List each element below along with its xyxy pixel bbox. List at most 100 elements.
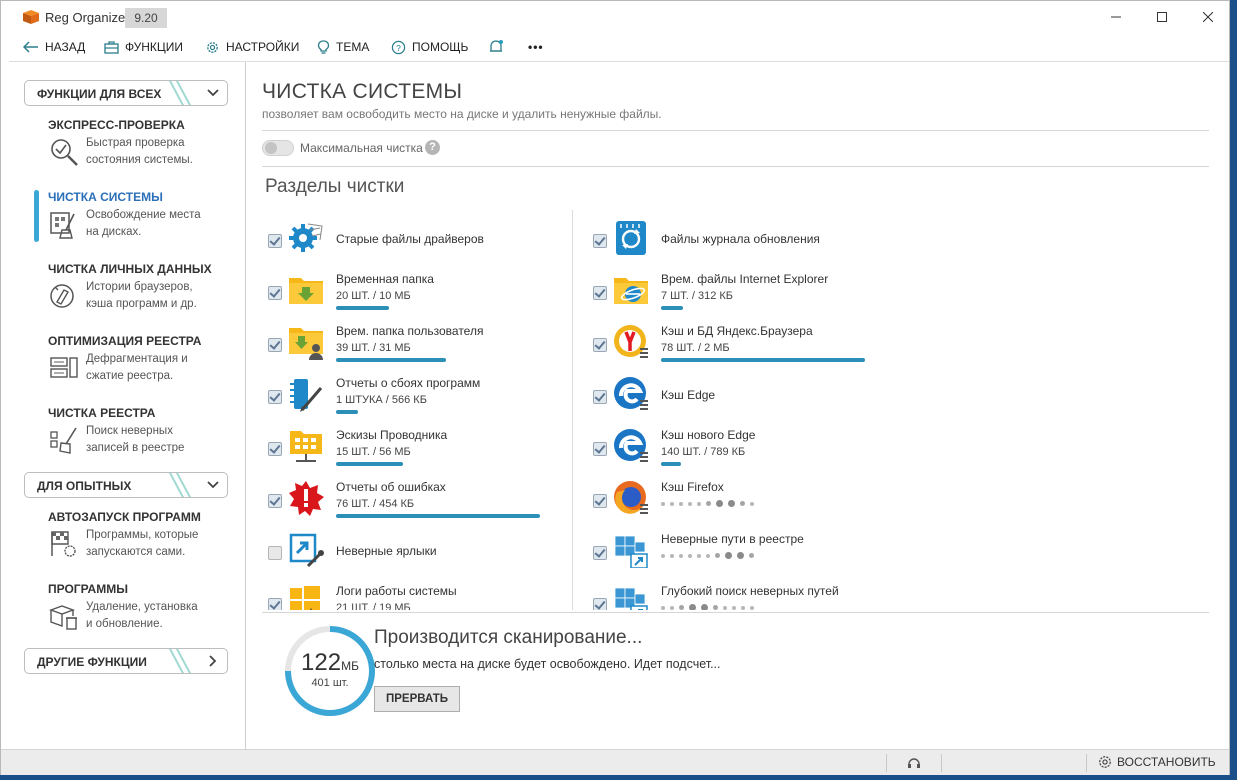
app-logo-icon — [23, 10, 39, 24]
headset-support-icon[interactable] — [907, 756, 921, 770]
list-item[interactable]: Кэш и БД Яндекс.Браузера 78 ШТ. / 2 МБ — [587, 318, 887, 364]
item-checkbox[interactable] — [268, 442, 282, 456]
item-name: Кэш Edge — [661, 388, 716, 402]
sidebar-item-title: ЧИСТКА РЕЕСТРА — [48, 406, 156, 420]
max-clean-toggle[interactable] — [262, 140, 294, 156]
item-checkbox[interactable] — [268, 598, 282, 610]
item-checkbox[interactable] — [593, 338, 607, 352]
page-title: ЧИСТКА СИСТЕМЫ — [262, 80, 463, 103]
item-progress-bar — [336, 306, 389, 310]
category-other[interactable]: ДРУГИЕ ФУНКЦИИ — [24, 648, 228, 674]
list-item[interactable]: Врем. файлы Internet Explorer 7 ШТ. / 31… — [587, 266, 887, 312]
sidebar-item-desc: Поиск неверных записей в реестре — [86, 423, 236, 457]
item-checkbox[interactable] — [593, 234, 607, 248]
list-item[interactable]: Отчеты об ошибках 76 ШТ. / 454 КБ — [262, 474, 562, 520]
new-edge-browser-icon — [614, 429, 648, 462]
list-item[interactable]: Глубокий поиск неверных путей — [587, 578, 887, 610]
list-item[interactable]: Старые файлы драйверов — [262, 214, 562, 260]
divider — [941, 754, 942, 772]
sidebar-item-registry-cleanup[interactable]: ЧИСТКА РЕЕСТРА Поиск неверных записей в … — [9, 406, 246, 474]
broom-disk-icon — [50, 212, 75, 239]
stripes-decoration-icon — [168, 649, 191, 673]
sidebar-item-programs[interactable]: ПРОГРАММЫ Удаление, установка и обновлен… — [9, 582, 246, 650]
item-name: Старые файлы драйверов — [336, 232, 484, 246]
minimize-button[interactable] — [1093, 5, 1139, 29]
sidebar-item-registry-optimization[interactable]: ОПТИМИЗАЦИЯ РЕЕСТРА Дефрагментация и сжа… — [9, 334, 246, 402]
autorun-flag-icon — [51, 531, 76, 557]
restore-button[interactable]: ВОССТАНОВИТЬ — [1098, 755, 1216, 769]
item-checkbox[interactable] — [593, 442, 607, 456]
item-checkbox[interactable] — [268, 234, 282, 248]
thumbnails-folder-icon — [290, 431, 322, 462]
sidebar-item-desc: Программы, которые запускаются сами. — [86, 527, 236, 561]
status-bar: ВОССТАНОВИТЬ — [1, 749, 1229, 775]
functions-button[interactable]: ФУНКЦИИ — [104, 37, 183, 57]
item-progress-bar — [336, 514, 540, 518]
help-button[interactable]: ? ПОМОЩЬ — [391, 37, 468, 57]
list-item[interactable]: Кэш нового Edge 140 ШТ. / 789 КБ — [587, 422, 887, 468]
list-item[interactable]: Врем. папка пользователя 39 ШТ. / 31 МБ — [262, 318, 562, 364]
scan-title: Производится сканирование... — [374, 627, 643, 648]
category-for-all[interactable]: ФУНКЦИИ ДЛЯ ВСЕХ — [24, 80, 228, 106]
windows-log-icon — [290, 586, 320, 610]
item-checkbox[interactable] — [268, 546, 282, 560]
stop-button[interactable]: ПРЕРВАТЬ — [374, 686, 460, 712]
ie-folder-icon — [614, 278, 648, 304]
help-label: ПОМОЩЬ — [412, 40, 469, 54]
item-checkbox[interactable] — [593, 546, 607, 560]
list-item[interactable]: Неверные пути в реестре — [587, 526, 887, 572]
deep-registry-scan-icon — [614, 587, 648, 610]
list-item[interactable]: Эскизы Проводника 15 ШТ. / 56 МБ — [262, 422, 562, 468]
maximize-icon — [1157, 12, 1167, 22]
desc-line: сжатие реестра. — [86, 370, 174, 382]
sidebar-item-desc: Освобождение места на дисках. — [86, 207, 236, 241]
list-item[interactable]: Временная папка 20 ШТ. / 10 МБ — [262, 266, 562, 312]
freed-size-value: 122 — [301, 649, 342, 676]
desc-line: Поиск неверных — [86, 425, 173, 437]
sidebar-item-title: ПРОГРАММЫ — [48, 582, 128, 596]
list-item[interactable]: Кэш Edge — [587, 370, 887, 416]
close-button[interactable] — [1185, 5, 1231, 29]
theme-button[interactable]: ТЕМА — [317, 37, 369, 57]
divider — [886, 754, 887, 772]
sidebar-item-title: ЧИСТКА СИСТЕМЫ — [48, 190, 163, 204]
bell-icon — [490, 40, 503, 52]
registry-cubes-icon — [614, 535, 648, 568]
arrow-left-icon — [23, 41, 38, 53]
sidebar-item-system-cleanup[interactable]: ЧИСТКА СИСТЕМЫ Освобождение места на дис… — [9, 190, 246, 258]
item-name: Неверные пути в реестре — [661, 532, 804, 546]
sidebar-item-autorun[interactable]: АВТОЗАПУСК ПРОГРАММ Программы, которые з… — [9, 510, 246, 578]
item-checkbox[interactable] — [268, 494, 282, 508]
settings-button[interactable]: НАСТРОЙКИ — [205, 37, 299, 57]
item-checkbox[interactable] — [268, 286, 282, 300]
gear-icon — [1099, 756, 1111, 768]
toolbar: НАЗАД ФУНКЦИИ НАСТРОЙКИ ТЕМА ? ПОМОЩЬ ••… — [1, 33, 1229, 61]
desc-line: Программы, которые — [86, 529, 199, 541]
list-item[interactable]: Кэш Firefox — [587, 474, 887, 520]
item-checkbox[interactable] — [593, 598, 607, 610]
back-button[interactable]: НАЗАД — [23, 37, 85, 57]
category-advanced[interactable]: ДЛЯ ОПЫТНЫХ — [24, 472, 228, 498]
notifications-button[interactable] — [488, 37, 504, 57]
maximize-button[interactable] — [1139, 5, 1185, 29]
item-checkbox[interactable] — [268, 390, 282, 404]
desc-line: Дефрагментация и — [86, 353, 188, 365]
item-progress-bar — [661, 306, 683, 310]
more-button[interactable]: ••• — [528, 37, 544, 57]
list-item[interactable]: Файлы журнала обновления — [587, 214, 887, 260]
item-name: Эскизы Проводника — [336, 428, 448, 442]
scan-panel: 122МБ 401 шт. Производится сканирование.… — [262, 612, 1209, 750]
sidebar-item-private-data[interactable]: ЧИСТКА ЛИЧНЫХ ДАННЫХ Истории браузеров, … — [9, 262, 246, 330]
item-checkbox[interactable] — [593, 390, 607, 404]
desc-line: Освобождение места — [86, 209, 201, 221]
question-icon[interactable]: ? — [425, 140, 440, 155]
item-checkbox[interactable] — [268, 338, 282, 352]
item-checkbox[interactable] — [593, 494, 607, 508]
list-item[interactable]: Отчеты о сбоях программ 1 ШТУКА / 566 КБ — [262, 370, 562, 416]
item-checkbox[interactable] — [593, 286, 607, 300]
scan-subtitle: столько места на диске будет освобождено… — [374, 657, 721, 671]
sidebar-item-express-check[interactable]: ЭКСПРЕСС-ПРОВЕРКА Быстрая проверка состо… — [9, 118, 246, 186]
list-item[interactable]: Неверные ярлыки — [262, 526, 562, 572]
list-item[interactable]: Логи работы системы 21 ШТ. / 19 МБ — [262, 578, 562, 610]
sidebar-item-title: ЭКСПРЕСС-ПРОВЕРКА — [48, 118, 185, 132]
